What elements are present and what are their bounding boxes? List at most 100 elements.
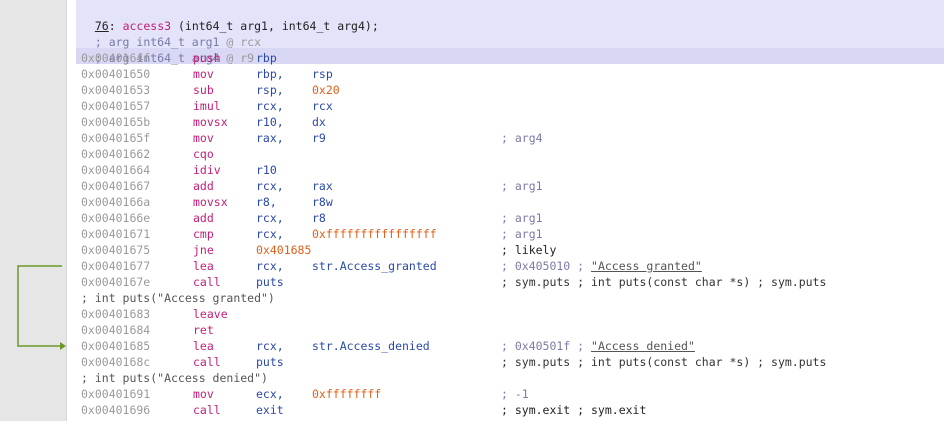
string-literal[interactable]: "Access denied" — [591, 339, 695, 353]
address[interactable]: 0x00401662 — [81, 146, 150, 162]
comment: ; sym.exit ; sym.exit — [501, 402, 646, 418]
mnemonic: lea — [193, 339, 214, 353]
address[interactable]: 0x00401653 — [81, 82, 150, 98]
instruction-row[interactable]: 0x00401667 add rcx, rax ; arg1 — [0, 178, 944, 194]
comment-text: ; arg4 — [501, 131, 543, 145]
instruction-row[interactable]: 0x00401696 call exit ; sym.exit ; sym.exit — [0, 402, 944, 418]
comment: ; -1 — [501, 386, 529, 402]
address[interactable]: 0x0040164f — [81, 50, 150, 66]
address[interactable]: 0x00401675 — [81, 242, 150, 258]
instruction-row[interactable]: 0x0040165b movsx r10, dx — [0, 114, 944, 130]
address[interactable]: 0x00401650 — [81, 66, 150, 82]
mnemonic: call — [193, 355, 221, 369]
address[interactable]: 0x00401696 — [81, 402, 150, 418]
string-literal[interactable]: "Access granted" — [591, 259, 702, 273]
operand-1: r8, — [256, 195, 277, 209]
address[interactable]: 0x00401685 — [81, 338, 150, 354]
comment: ; arg4 — [501, 130, 543, 146]
comment: ; 0x405010 ; "Access granted" — [501, 258, 702, 274]
address[interactable]: 0x00401677 — [81, 258, 150, 274]
address[interactable]: 0x00401664 — [81, 162, 150, 178]
comment-text: ; sym.puts ; int puts(const char *s) ; s… — [501, 275, 827, 289]
arg-line: ; arg int64_t arg4 @ r9 — [81, 34, 254, 65]
operand-1: rbp, — [256, 67, 284, 81]
mnemonic: movsx — [193, 115, 228, 129]
mnemonic: jne — [193, 243, 214, 257]
instruction-row[interactable]: 0x0040164f push rbp — [0, 50, 944, 66]
operand-2: rcx — [312, 99, 333, 113]
string-reference[interactable]: str.Access_denied — [312, 338, 430, 354]
instruction-row[interactable]: 0x00401683 leave — [0, 306, 944, 322]
instruction-row[interactable]: 0x00401671 cmp rcx, 0xffffffffffffffff ; arg… — [0, 226, 944, 242]
comment-continuation[interactable]: ; int puts("Access denied") — [0, 370, 944, 386]
operand-2: rax — [312, 179, 333, 193]
comment-text: ; arg1 — [501, 227, 543, 241]
comment: ; arg1 — [501, 226, 543, 242]
operand-1[interactable]: exit — [256, 402, 284, 418]
address[interactable]: 0x0040165f — [81, 130, 150, 146]
mnemonic: leave — [193, 307, 228, 321]
mnemonic: push — [193, 51, 221, 65]
function-header[interactable]: 76: access3 (int64_t arg1, int64_t arg4)… — [81, 2, 379, 33]
address[interactable]: 0x0040165b — [81, 114, 150, 130]
instruction-row[interactable]: 0x00401675 jne 0x401685 ; likely — [0, 242, 944, 258]
address[interactable]: 0x0040167e — [81, 274, 150, 290]
instruction-row[interactable]: 0x00401650 mov rbp, rsp — [0, 66, 944, 82]
operand-2: 0xffffffffffffffff — [312, 227, 437, 241]
comment-text: ; arg1 — [501, 179, 543, 193]
comment-text: ; int puts("Access denied") — [81, 371, 268, 385]
comment-text: ; 0x40501f ; — [501, 339, 592, 353]
operand-1: rcx, — [256, 259, 284, 273]
comment: ; sym.puts ; int puts(const char *s) ; s… — [501, 274, 826, 290]
instruction-row[interactable]: 0x00401684 ret — [0, 322, 944, 338]
operand-2: 0x20 — [312, 83, 340, 97]
operand-2: r8 — [312, 211, 326, 225]
mnemonic: mov — [193, 67, 214, 81]
mnemonic: movsx — [193, 195, 228, 209]
operand-1: rcx, — [256, 99, 284, 113]
operand-2: r8w — [312, 195, 333, 209]
mnemonic: add — [193, 179, 214, 193]
instruction-row[interactable]: 0x00401657 imul rcx, rcx — [0, 98, 944, 114]
comment-continuation[interactable]: ; int puts("Access granted") — [0, 290, 944, 306]
instruction-row[interactable]: 0x0040167e call puts ; sym.puts ; int puts(… — [0, 274, 944, 290]
comment-text: ; likely — [501, 243, 557, 257]
comment-text: ; -1 — [501, 387, 529, 401]
operand-1[interactable]: puts — [256, 354, 284, 370]
instruction-row[interactable]: 0x00401664 idiv r10 — [0, 162, 944, 178]
instruction-row[interactable]: 0x00401677 lea rcx, str.Access_granted ; 0x4… — [0, 258, 944, 274]
address[interactable]: 0x0040168c — [81, 354, 150, 370]
address[interactable]: 0x00401683 — [81, 306, 150, 322]
operand-1: rcx, — [256, 211, 284, 225]
operand-1[interactable]: puts — [256, 274, 284, 290]
operand-1: rcx, — [256, 339, 284, 353]
mnemonic: mov — [193, 387, 214, 401]
operand-1: rax, — [256, 131, 284, 145]
comment-text: ; int puts("Access granted") — [81, 291, 275, 305]
address[interactable]: 0x00401667 — [81, 178, 150, 194]
mnemonic: cmp — [193, 227, 214, 241]
instruction-row[interactable]: 0x00401653 sub rsp, 0x20 — [0, 82, 944, 98]
instruction-row[interactable]: 0x00401662 cqo — [0, 146, 944, 162]
address[interactable]: 0x0040166a — [81, 194, 150, 210]
instruction-row[interactable]: 0x00401685 lea rcx, str.Access_denied ; 0x40… — [0, 338, 944, 354]
operand-1: r10, — [256, 115, 284, 129]
address[interactable]: 0x00401684 — [81, 322, 150, 338]
instruction-row[interactable]: 0x0040166a movsx r8, r8w — [0, 194, 944, 210]
jump-target[interactable]: 0x401685 — [256, 242, 311, 258]
address[interactable]: 0x00401657 — [81, 98, 150, 114]
instruction-row[interactable]: 0x00401691 mov ecx, 0xffffffff ; -1 — [0, 386, 944, 402]
operand-2: dx — [312, 115, 326, 129]
instruction-row[interactable]: 0x0040166e add rcx, r8 ; arg1 — [0, 210, 944, 226]
instruction-row[interactable]: 0x0040165f mov rax, r9 ; arg4 — [0, 130, 944, 146]
comment: ; likely — [501, 242, 556, 258]
string-reference[interactable]: str.Access_granted — [312, 258, 437, 274]
operand-1: rbp — [256, 51, 277, 65]
address[interactable]: 0x0040166e — [81, 210, 150, 226]
operand-1: rsp, — [256, 83, 284, 97]
mnemonic: ret — [193, 323, 214, 337]
address[interactable]: 0x00401691 — [81, 386, 150, 402]
address[interactable]: 0x00401671 — [81, 226, 150, 242]
mnemonic: lea — [193, 259, 214, 273]
instruction-row[interactable]: 0x0040168c call puts ; sym.puts ; int puts(… — [0, 354, 944, 370]
